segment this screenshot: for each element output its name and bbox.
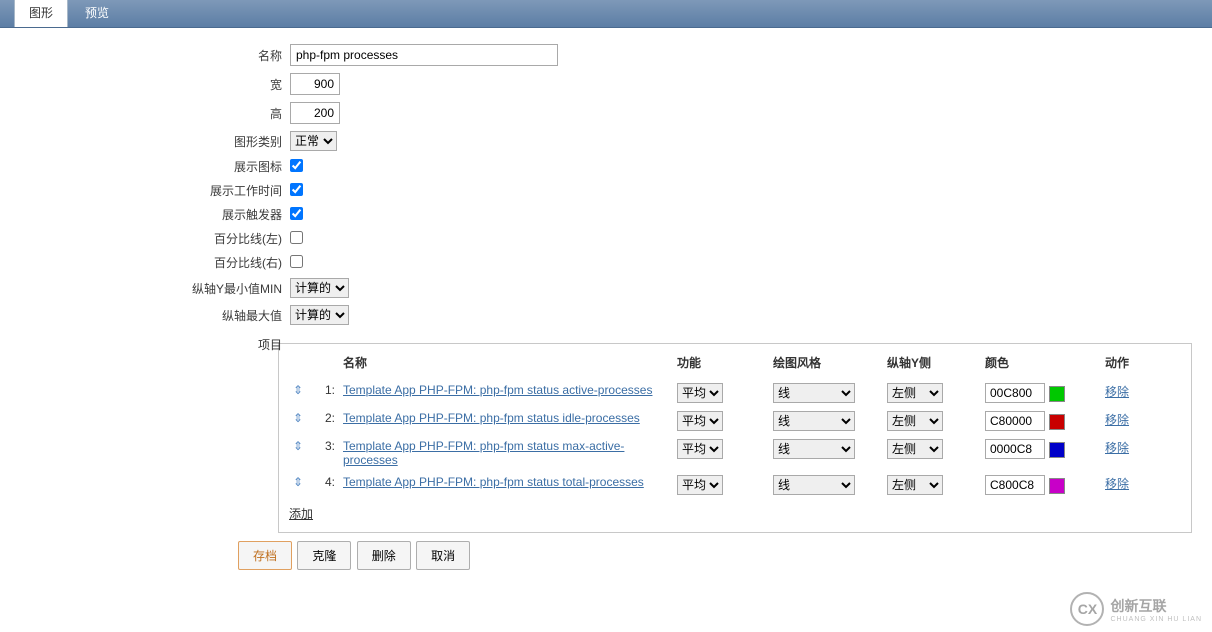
remove-link[interactable]: 移除 [1105,413,1129,427]
col-func: 功能 [673,348,769,379]
cancel-button[interactable]: 取消 [416,541,470,570]
save-button[interactable]: 存档 [238,541,292,570]
yaxis-select[interactable]: 左侧 [887,475,943,495]
tab-preview[interactable]: 预览 [70,0,124,27]
percent-left-checkbox[interactable] [290,231,303,244]
item-name-link[interactable]: Template App PHP-FPM: php-fpm status act… [343,383,652,397]
watermark: CX 创新互联 CHUANG XIN HU LIAN [1070,592,1202,626]
table-row: ⇕ 2: Template App PHP-FPM: php-fpm status … [289,407,1181,435]
ymax-select[interactable]: 计算的 [290,305,349,325]
ymin-label: 纵轴Y最小值MIN [20,280,290,297]
height-label: 高 [20,105,290,122]
row-index: 2: [313,407,339,435]
item-name-link[interactable]: Template App PHP-FPM: php-fpm status max… [343,439,624,467]
row-index: 3: [313,435,339,471]
color-input[interactable] [985,475,1045,495]
color-swatch[interactable] [1049,442,1065,458]
color-swatch[interactable] [1049,386,1065,402]
show-legend-label: 展示图标 [20,158,290,175]
func-select[interactable]: 平均 [677,439,723,459]
show-worktime-label: 展示工作时间 [20,182,290,199]
draw-select[interactable]: 线 [773,475,855,495]
name-label: 名称 [20,47,290,64]
yaxis-select[interactable]: 左侧 [887,439,943,459]
ymin-select[interactable]: 计算的 [290,278,349,298]
draw-select[interactable]: 线 [773,383,855,403]
color-swatch[interactable] [1049,414,1065,430]
add-item-link[interactable]: 添加 [289,505,313,522]
color-swatch[interactable] [1049,478,1065,494]
watermark-text: 创新互联 [1110,596,1202,616]
row-index: 1: [313,379,339,407]
tab-graph[interactable]: 图形 [14,0,68,27]
col-name: 名称 [339,348,673,379]
items-table: 名称 功能 绘图风格 纵轴Y侧 颜色 动作 ⇕ 1: Template App PH… [289,348,1181,499]
show-triggers-checkbox[interactable] [290,207,303,220]
name-input[interactable] [290,44,558,66]
show-triggers-label: 展示触发器 [20,206,290,223]
ymax-label: 纵轴最大值 [20,307,290,324]
watermark-logo-icon: CX [1070,592,1104,626]
delete-button[interactable]: 删除 [357,541,411,570]
draw-select[interactable]: 线 [773,439,855,459]
yaxis-select[interactable]: 左侧 [887,383,943,403]
func-select[interactable]: 平均 [677,475,723,495]
remove-link[interactable]: 移除 [1105,441,1129,455]
col-yaxis: 纵轴Y侧 [883,348,981,379]
color-input[interactable] [985,439,1045,459]
type-select[interactable]: 正常 [290,131,337,151]
remove-link[interactable]: 移除 [1105,477,1129,491]
row-index: 4: [313,471,339,499]
width-label: 宽 [20,76,290,93]
drag-handle-icon[interactable]: ⇕ [293,383,303,397]
show-worktime-checkbox[interactable] [290,183,303,196]
func-select[interactable]: 平均 [677,411,723,431]
drag-handle-icon[interactable]: ⇕ [293,475,303,489]
type-label: 图形类别 [20,133,290,150]
item-name-link[interactable]: Template App PHP-FPM: php-fpm status idl… [343,411,640,425]
table-row: ⇕ 3:Template App PHP-FPM: php-fpm status … [289,435,1181,471]
color-input[interactable] [985,411,1045,431]
drag-handle-icon[interactable]: ⇕ [293,439,303,453]
item-name-link[interactable]: Template App PHP-FPM: php-fpm status tot… [343,475,644,489]
percent-right-label: 百分比线(右) [20,254,290,271]
remove-link[interactable]: 移除 [1105,385,1129,399]
drag-handle-icon[interactable]: ⇕ [293,411,303,425]
clone-button[interactable]: 克隆 [297,541,351,570]
show-legend-checkbox[interactable] [290,159,303,172]
table-row: ⇕ 4: Template App PHP-FPM: php-fpm status … [289,471,1181,499]
func-select[interactable]: 平均 [677,383,723,403]
width-input[interactable] [290,73,340,95]
yaxis-select[interactable]: 左侧 [887,411,943,431]
items-label: 项目 [20,332,290,353]
col-draw: 绘图风格 [769,348,883,379]
col-color: 颜色 [981,348,1101,379]
watermark-sub: CHUANG XIN HU LIAN [1110,616,1202,623]
percent-right-checkbox[interactable] [290,255,303,268]
percent-left-label: 百分比线(左) [20,230,290,247]
color-input[interactable] [985,383,1045,403]
height-input[interactable] [290,102,340,124]
draw-select[interactable]: 线 [773,411,855,431]
col-action: 动作 [1101,348,1181,379]
tab-bar: 图形 预览 [0,0,1212,28]
table-row: ⇕ 1: Template App PHP-FPM: php-fpm status … [289,379,1181,407]
